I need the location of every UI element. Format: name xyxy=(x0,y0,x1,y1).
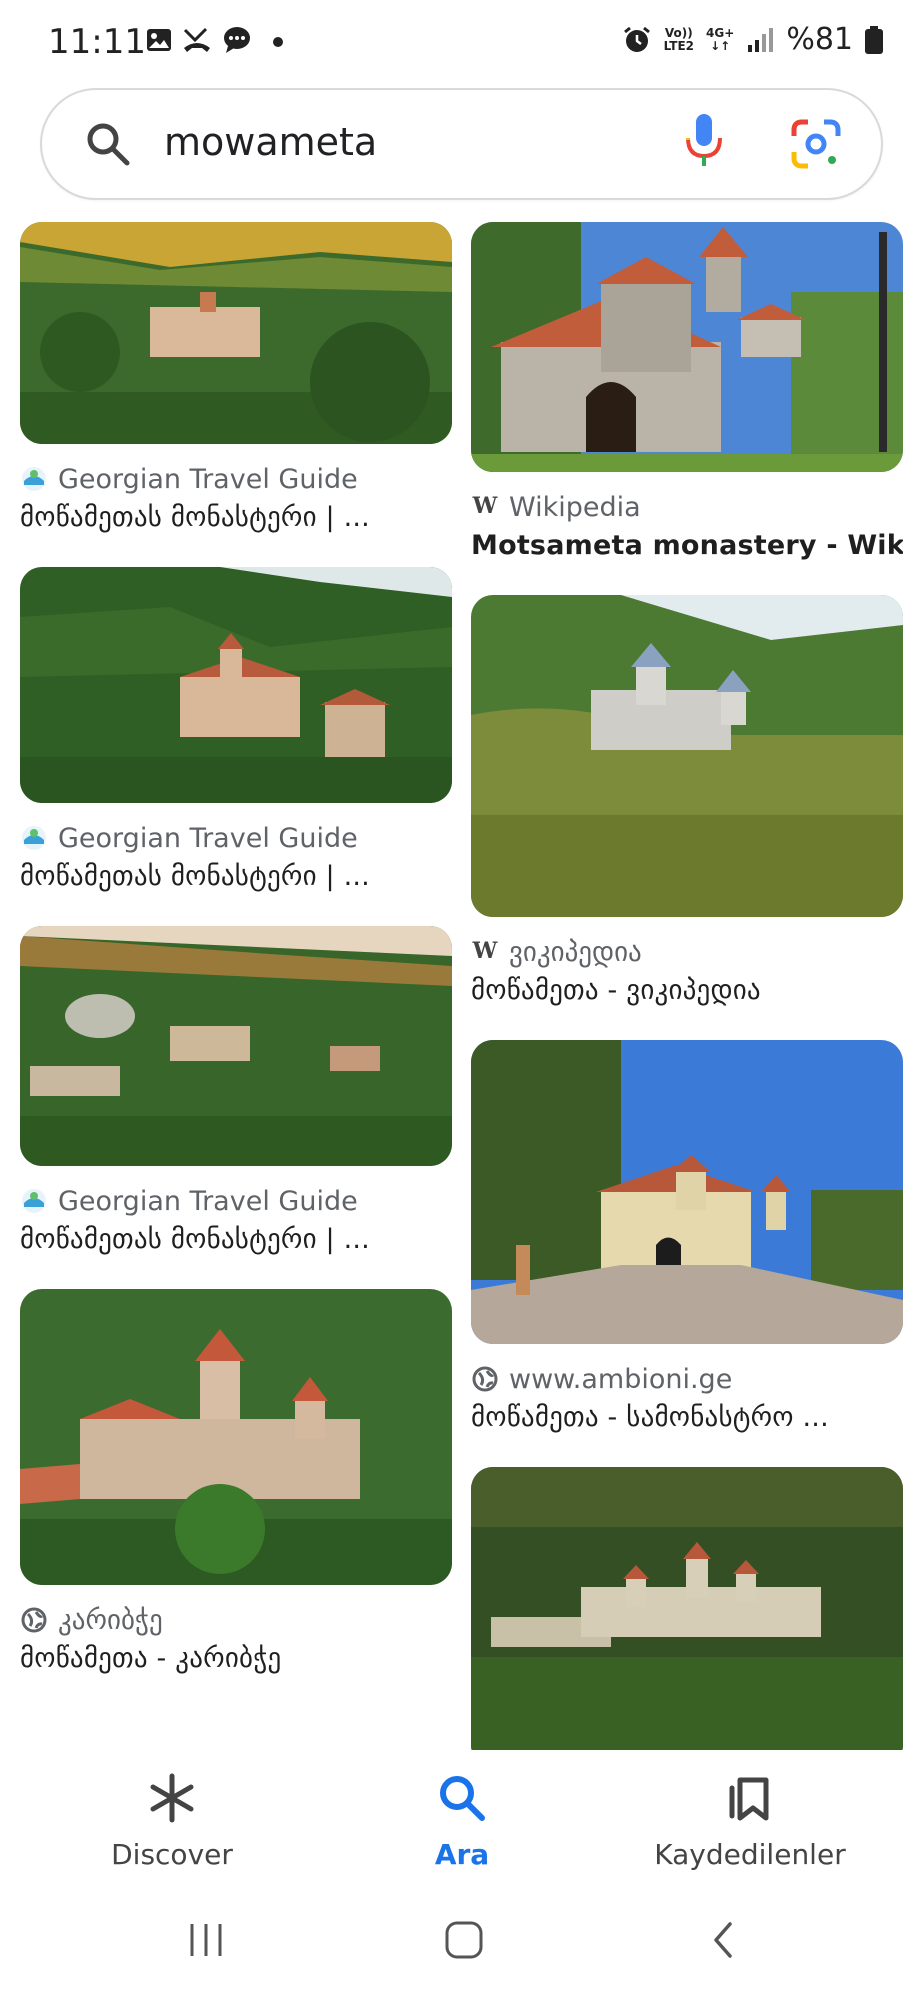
search-icon xyxy=(87,123,130,166)
result-source: Georgian Travel Guide xyxy=(20,1184,452,1218)
result-title[interactable]: მოწამეთას მონასტერი | ... xyxy=(20,1224,452,1255)
nav-search[interactable]: Ara xyxy=(342,1770,582,1871)
result-source: W Wikipedia xyxy=(471,490,903,524)
voice-search-icon[interactable] xyxy=(682,110,726,176)
system-navigation-bar xyxy=(0,1890,923,2000)
result-thumbnail[interactable] xyxy=(20,926,452,1166)
image-result-card[interactable]: www.ambioni.ge მოწამეთა - სამონასტრო ... xyxy=(471,1040,903,1433)
back-icon[interactable] xyxy=(704,1920,744,1960)
search-icon xyxy=(440,1776,485,1821)
nav-discover[interactable]: Discover xyxy=(52,1770,292,1871)
wikipedia-icon: W xyxy=(472,493,498,519)
image-result-card[interactable]: W ვიკიპედია მოწამეთა - ვიკიპედია xyxy=(471,595,903,1006)
status-bar: 11:11 Vo)) LTE2 4G+ ↓↑ %81 xyxy=(0,0,923,90)
nav-search-label: Ara xyxy=(434,1838,490,1871)
result-source-name: Georgian Travel Guide xyxy=(58,463,358,495)
result-thumbnail[interactable] xyxy=(471,222,903,472)
volte-text: Vo)) xyxy=(664,25,693,40)
data-type-text: 4G+ xyxy=(706,25,735,40)
result-thumbnail[interactable] xyxy=(20,222,452,444)
globe-icon xyxy=(21,1607,47,1633)
result-source: www.ambioni.ge xyxy=(471,1362,903,1396)
result-title[interactable]: მოწამეთა - ვიკიპედია xyxy=(471,975,903,1006)
volte-indicator: Vo)) LTE2 xyxy=(663,25,695,53)
result-source-name: Georgian Travel Guide xyxy=(58,1185,358,1217)
result-title[interactable]: მოწამეთა - სამონასტრო ... xyxy=(471,1402,903,1433)
search-bar[interactable]: mowameta xyxy=(40,88,883,200)
chat-icon xyxy=(224,27,250,53)
notification-dot-icon xyxy=(273,37,283,47)
asterisk-icon xyxy=(150,1773,194,1823)
georgian-travel-guide-icon xyxy=(22,1189,46,1213)
result-source-name: Georgian Travel Guide xyxy=(58,822,358,854)
lte-text: LTE2 xyxy=(663,38,695,53)
globe-icon xyxy=(472,1366,498,1392)
data-arrows-icon: ↓↑ xyxy=(710,38,731,53)
battery-icon xyxy=(865,25,883,54)
result-thumbnail[interactable] xyxy=(20,1289,452,1585)
image-result-card[interactable]: Georgian Travel Guide მოწამეთას მონასტერ… xyxy=(20,222,452,533)
nav-saved-label: Kaydedilenler xyxy=(654,1838,846,1871)
recent-apps-icon[interactable] xyxy=(186,1920,226,1960)
georgian-travel-guide-icon xyxy=(22,826,46,850)
georgian-travel-guide-icon xyxy=(22,467,46,491)
result-thumbnail[interactable] xyxy=(471,1040,903,1344)
nav-saved[interactable]: Kaydedilenler xyxy=(630,1770,870,1871)
alarm-icon xyxy=(623,26,650,52)
image-results-grid: Georgian Travel Guide მოწამეთას მონასტერ… xyxy=(0,222,923,1750)
missed-call-icon xyxy=(183,27,210,52)
gallery-icon xyxy=(147,29,171,51)
image-result-card[interactable] xyxy=(471,1467,903,1750)
result-thumbnail[interactable] xyxy=(20,567,452,803)
result-thumbnail[interactable] xyxy=(471,1467,903,1750)
data-indicator: 4G+ ↓↑ xyxy=(706,25,735,53)
result-source-name: კარიბჭე xyxy=(58,1604,163,1636)
signal-icon xyxy=(748,27,774,52)
result-thumbnail[interactable] xyxy=(471,595,903,917)
home-icon[interactable] xyxy=(444,1920,484,1960)
nav-discover-label: Discover xyxy=(111,1838,233,1871)
results-column-left: Georgian Travel Guide მოწამეთას მონასტერ… xyxy=(20,222,452,1674)
result-source-name: www.ambioni.ge xyxy=(509,1363,733,1395)
result-source: Georgian Travel Guide xyxy=(20,462,452,496)
result-source-name: ვიკიპედია xyxy=(509,936,642,968)
results-column-right: W Wikipedia Motsameta monastery - Wiki..… xyxy=(471,222,903,1750)
result-source: Georgian Travel Guide xyxy=(20,821,452,855)
bottom-navigation: Discover Ara Kaydedilenler xyxy=(0,1750,923,1890)
result-title[interactable]: მოწამეთა - კარიბჭე xyxy=(20,1643,452,1674)
image-result-card[interactable]: Georgian Travel Guide მოწამეთას მონასტერ… xyxy=(20,926,452,1255)
wikipedia-icon: W xyxy=(472,938,498,964)
bookmarks-icon xyxy=(729,1777,769,1821)
image-result-card[interactable]: Georgian Travel Guide მოწამეთას მონასტერ… xyxy=(20,567,452,892)
result-title[interactable]: მოწამეთას მონასტერი | ... xyxy=(20,502,452,533)
battery-text: %81 xyxy=(786,22,853,57)
status-time: 11:11 xyxy=(48,22,146,62)
search-input[interactable]: mowameta xyxy=(164,120,377,164)
image-result-card[interactable]: კარიბჭე მოწამეთა - კარიბჭე xyxy=(20,1289,452,1674)
result-title[interactable]: მოწამეთას მონასტერი | ... xyxy=(20,861,452,892)
result-source: W ვიკიპედია xyxy=(471,935,903,969)
image-result-card[interactable]: W Wikipedia Motsameta monastery - Wiki..… xyxy=(471,222,903,561)
result-source-name: Wikipedia xyxy=(509,491,641,523)
result-title[interactable]: Motsameta monastery - Wiki... xyxy=(471,530,903,561)
result-source: კარიბჭე xyxy=(20,1603,452,1637)
google-lens-icon[interactable] xyxy=(790,118,842,170)
